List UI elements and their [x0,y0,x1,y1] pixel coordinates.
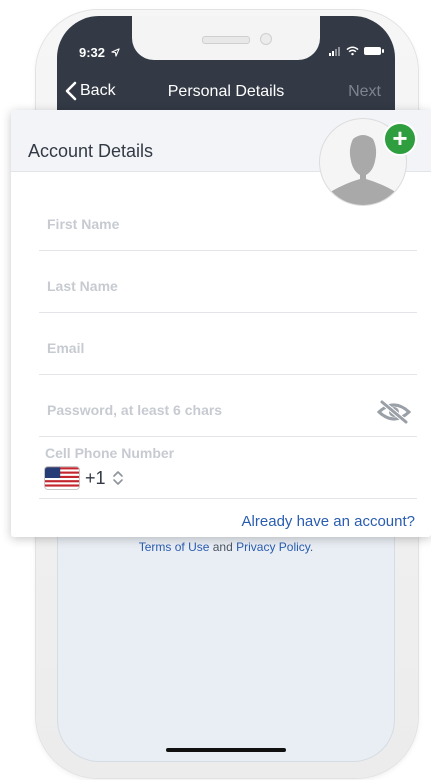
status-time: 9:32 [79,45,120,60]
plus-icon: + [392,123,408,153]
country-code-selector[interactable]: +1 [45,467,124,489]
card-title: Account Details [28,141,154,161]
email-field[interactable] [39,312,417,375]
first-name-field[interactable] [39,188,417,251]
next-button[interactable]: Next [348,83,381,101]
location-arrow-icon [111,48,120,57]
terms-notice: Terms of Use and Privacy Policy. [57,540,395,554]
terms-of-use-link[interactable]: Terms of Use [139,540,210,554]
privacy-policy-link[interactable]: Privacy Policy [236,540,310,554]
home-indicator [166,748,286,752]
country-dial-code: +1 [85,467,106,488]
nav-title: Personal Details [167,83,285,100]
screenshot-stage: 9:32 Back Personal Details Next Terms of… [0,0,431,780]
status-icons [329,46,384,56]
signal-icon [329,46,341,56]
eye-slash-icon[interactable] [377,400,411,424]
terms-connector: and [209,540,237,554]
password-field[interactable] [39,374,417,437]
last-name-input[interactable] [45,274,379,298]
password-input[interactable] [45,398,379,422]
speaker-grill [202,36,250,44]
us-flag-icon[interactable] [45,467,79,489]
already-have-account-link[interactable]: Already have an account? [242,513,415,530]
status-time-text: 9:32 [79,45,106,60]
email-input[interactable] [45,336,379,360]
front-camera [260,33,272,45]
battery-icon [364,47,384,55]
terms-end: . [309,540,314,554]
cell-phone-field[interactable]: Cell Phone Number +1 [39,436,417,499]
wifi-icon [346,46,359,56]
device-notch [132,16,320,60]
chevron-up-down-icon[interactable] [112,469,124,487]
account-details-card: Account Details + First Name Last Name E… [11,110,431,537]
add-photo-button[interactable]: + [383,122,417,156]
cell-phone-label: Cell Phone Number [45,445,175,461]
last-name-field[interactable] [39,250,417,313]
first-name-input[interactable] [45,212,379,236]
